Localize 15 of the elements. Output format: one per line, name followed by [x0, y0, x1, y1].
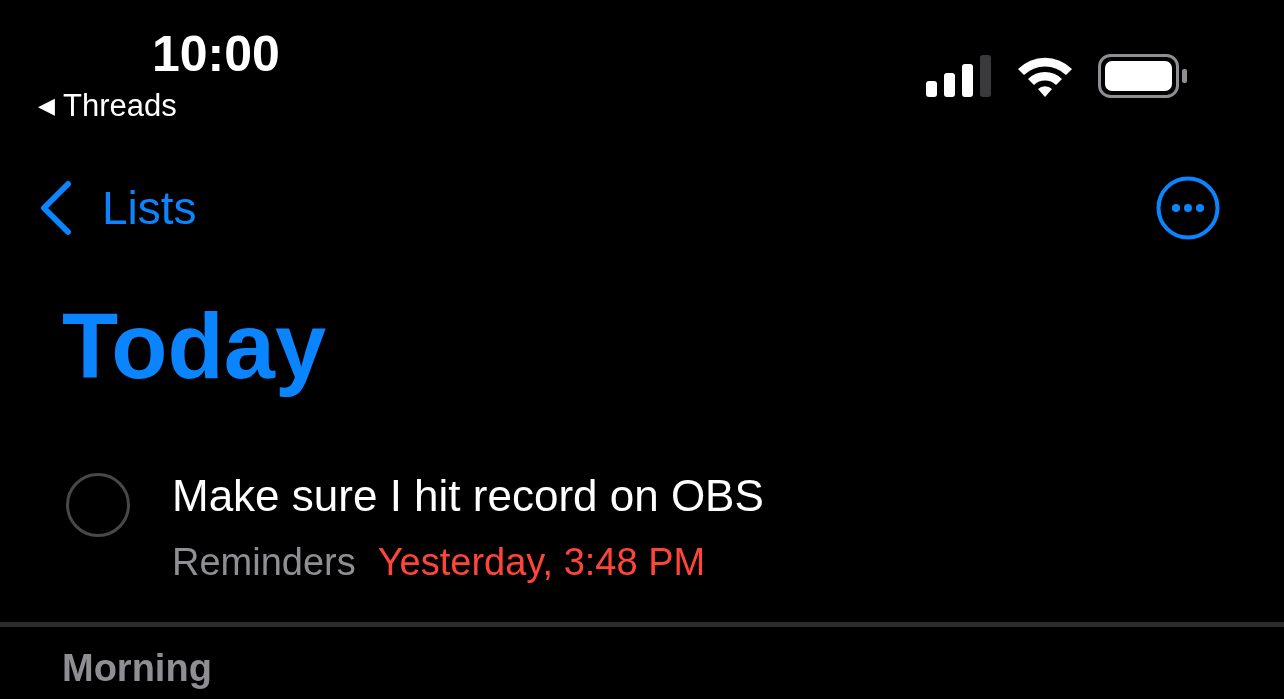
complete-checkbox[interactable] [66, 473, 130, 537]
more-icon[interactable] [1156, 176, 1220, 240]
back-app-link[interactable]: Threads [63, 88, 177, 124]
section-header: Morning [62, 649, 213, 687]
back-button[interactable]: Lists [38, 180, 197, 236]
reminder-list: Reminders [172, 536, 356, 588]
reminder-title[interactable]: Make sure I hit record on OBS [172, 465, 764, 527]
battery-icon [1098, 54, 1188, 98]
back-app-glyph[interactable]: ◀ [38, 93, 55, 119]
chevron-icon[interactable] [38, 180, 72, 236]
signal-icon [926, 55, 992, 97]
reminder-due-date: Yesterday, 3:48 PM [377, 540, 706, 585]
wifi-icon [1016, 55, 1074, 97]
page-title: Today [62, 294, 328, 399]
status-time: 10:00 [152, 25, 280, 84]
